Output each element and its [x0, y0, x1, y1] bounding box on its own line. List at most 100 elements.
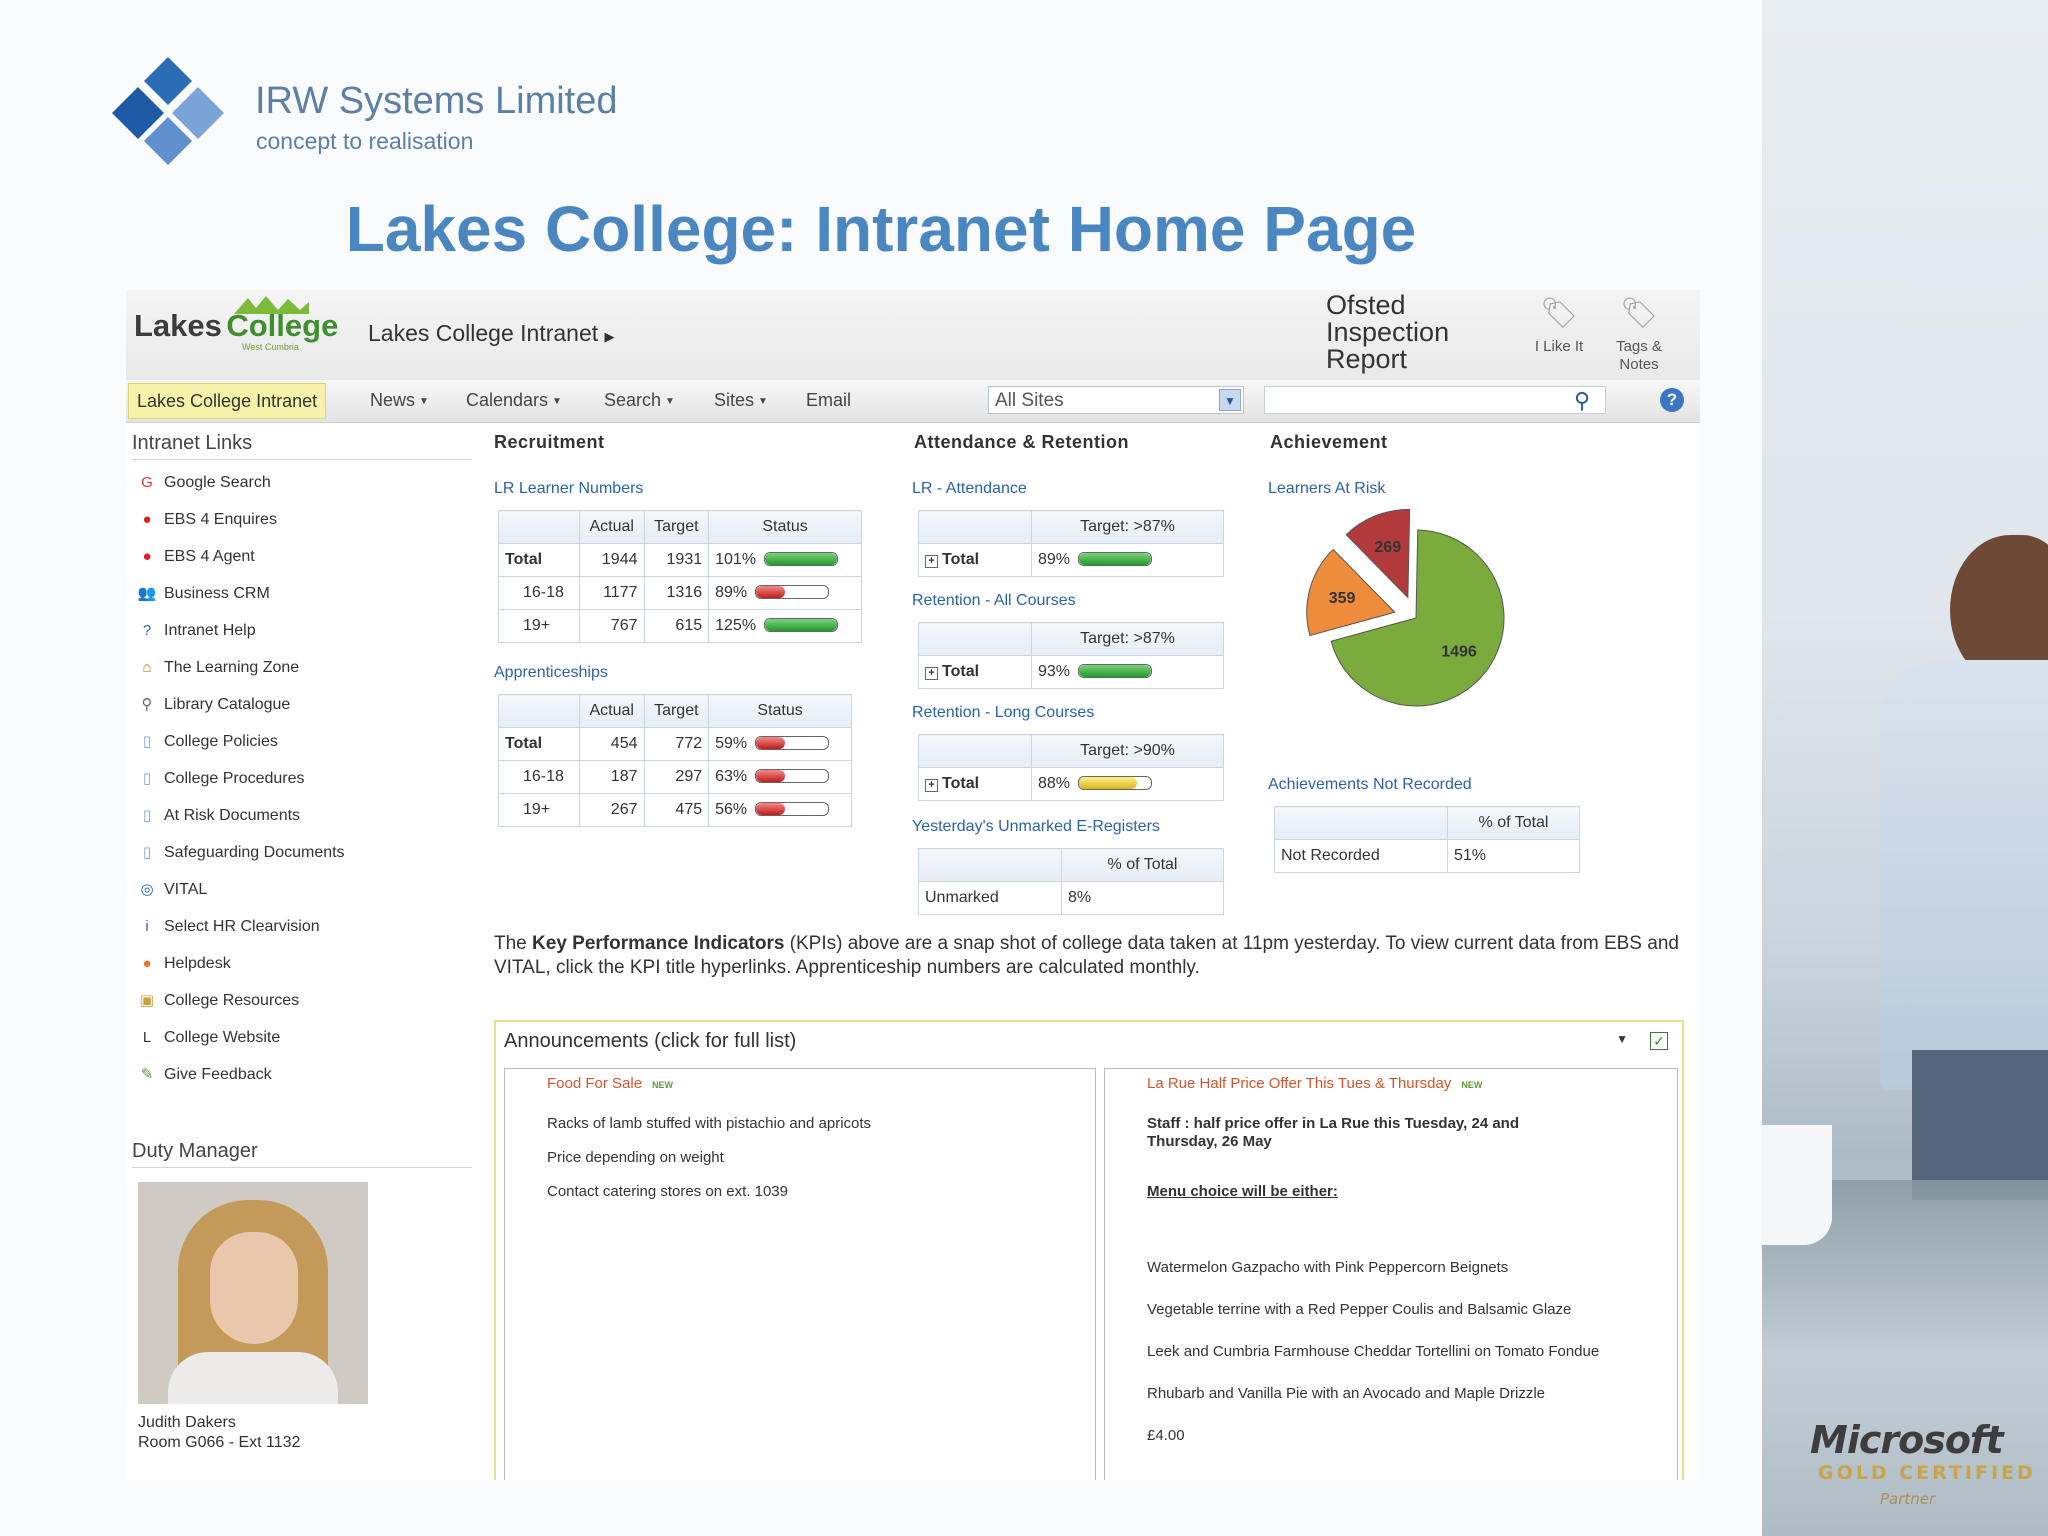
food-line-3: Contact catering stores on ext. 1039	[547, 1183, 788, 1200]
table-cell: 19+	[498, 609, 580, 643]
website-icon: L	[142, 1029, 152, 1046]
table-header: Actual	[578, 694, 645, 728]
sidebar-link[interactable]: ⚲ Library Catalogue	[136, 693, 291, 717]
achievements-not-recorded-link[interactable]: Achievements Not Recorded	[1268, 776, 1472, 794]
chevron-down-icon[interactable]: ▼	[1219, 389, 1241, 411]
search-icon[interactable]: ⚲	[1574, 388, 1590, 414]
pie-slice-label: 269	[1374, 539, 1401, 556]
status-percent: 59%	[715, 735, 748, 752]
site-breadcrumb[interactable]: Lakes College Intranet ▶	[368, 320, 615, 347]
sidebar-link-label: College Website	[164, 1029, 281, 1046]
expand-total[interactable]: + Total	[918, 543, 1032, 577]
document-icon: ▯	[142, 807, 152, 824]
search-input[interactable]	[1264, 386, 1606, 414]
lakes-college-logo[interactable]: Lakes College West Cumbria	[134, 296, 338, 352]
nav-news-label: News	[370, 390, 416, 410]
partner-label: Partner	[1880, 1490, 1936, 1508]
expand-total[interactable]: + Total	[918, 767, 1032, 801]
nav-calendars[interactable]: Calendars ▼	[466, 383, 562, 419]
sidebar-link[interactable]: ● Helpdesk	[136, 952, 230, 976]
announcements-heading[interactable]: Announcements (click for full list)	[504, 1030, 796, 1053]
food-title: Food For Sale	[547, 1075, 643, 1092]
sidebar-link-label: Give Feedback	[164, 1066, 272, 1083]
expand-icon[interactable]: +	[925, 667, 938, 680]
table-header: Actual	[578, 510, 645, 544]
hills-icon	[234, 296, 309, 314]
lr-learner-table: Actual Target Status Total 1944 1931 101% 16-18…	[498, 510, 862, 643]
not-recorded-table: % of Total Not Recorded 51%	[1274, 806, 1580, 873]
intranet-screenshot: Lakes College West Cumbria Lakes College…	[126, 290, 1700, 1480]
search-scope-select[interactable]: All Sites ▼	[988, 386, 1244, 414]
sidebar-link[interactable]: ✎ Give Feedback	[136, 1063, 272, 1087]
nav-sites[interactable]: Sites ▼	[714, 383, 768, 419]
sidebar-link[interactable]: 👥 Business CRM	[136, 582, 270, 606]
table-header: Status	[708, 510, 862, 544]
sidebar-link[interactable]: ▯ College Procedures	[136, 767, 305, 791]
table-cell: 1944	[578, 543, 645, 577]
table-cell: 297	[643, 760, 710, 794]
attendance-link[interactable]: Retention - Long Courses	[912, 704, 1094, 722]
expand-total[interactable]: + Total	[918, 655, 1032, 689]
sidebar-link[interactable]: ⌂ The Learning Zone	[136, 656, 299, 680]
webpart-menu-icon[interactable]: ▼	[1616, 1032, 1628, 1046]
chevron-down-icon: ▼	[552, 396, 562, 407]
tags-notes-button[interactable]: 🏷 Tags & Notes	[1604, 294, 1674, 374]
status-cell: 63%	[708, 760, 852, 794]
new-badge: NEW	[1461, 1080, 1483, 1090]
announcement-title-food[interactable]: Food For Sale NEW	[547, 1075, 673, 1092]
nav-sites-label: Sites	[714, 390, 755, 410]
sidebar-link[interactable]: ● EBS 4 Agent	[136, 545, 254, 569]
document-icon: ▯	[142, 770, 152, 787]
sidebar-link-label: Safeguarding Documents	[164, 844, 345, 861]
table-cell: 454	[578, 727, 645, 761]
sidebar-link[interactable]: i Select HR Clearvision	[136, 915, 319, 939]
lr-learner-numbers-link[interactable]: LR Learner Numbers	[494, 480, 643, 498]
nav-home-tab[interactable]: Lakes College Intranet	[128, 383, 327, 419]
sidebar-link[interactable]: ▯ Safeguarding Documents	[136, 841, 345, 865]
irw-logo-icon	[112, 57, 224, 165]
nav-email[interactable]: Email	[806, 383, 851, 417]
learners-at-risk-pie-chart: 1496 359 269	[1306, 509, 1505, 707]
larue-title: La Rue Half Price Offer This Tues & Thur…	[1147, 1075, 1452, 1092]
larue-headline-2: Thursday, 26 May	[1147, 1133, 1272, 1150]
table-row: Total 1944 1931 101%	[498, 543, 862, 577]
ofsted-line-1: Ofsted	[1326, 290, 1406, 320]
help-icon[interactable]: ?	[1660, 388, 1684, 412]
apprenticeships-link[interactable]: Apprenticeships	[494, 664, 608, 682]
nav-search[interactable]: Search ▼	[604, 383, 675, 419]
duty-manager-heading: Duty Manager	[132, 1140, 472, 1168]
nav-news[interactable]: News ▼	[370, 383, 429, 419]
sidebar-link[interactable]: ▯ College Policies	[136, 730, 278, 754]
learners-at-risk-link[interactable]: Learners At Risk	[1268, 480, 1385, 498]
table-cell: 767	[578, 609, 645, 643]
expand-icon[interactable]: +	[925, 779, 938, 792]
i-like-it-button[interactable]: 🏷 I Like It	[1524, 294, 1594, 355]
sidebar-link[interactable]: L College Website	[136, 1026, 280, 1050]
sidebar-link[interactable]: G Google Search	[136, 471, 271, 495]
attendance-link[interactable]: LR - Attendance	[912, 480, 1027, 498]
status-bar	[1078, 552, 1153, 566]
table-row: Total 454 772 59%	[498, 727, 852, 761]
sidebar-link[interactable]: ◎ VITAL	[136, 878, 207, 902]
status-bar	[1078, 664, 1153, 678]
table-header: Target	[643, 694, 710, 728]
nav-search-label: Search	[604, 390, 662, 410]
table-row: 19+ 267 475 56%	[498, 793, 852, 827]
sidebar-link[interactable]: ? Intranet Help	[136, 619, 256, 643]
unmarked-eregisters-link[interactable]: Yesterday's Unmarked E-Registers	[912, 818, 1160, 836]
sidebar-link[interactable]: ● EBS 4 Enquires	[136, 508, 276, 532]
sidebar-link[interactable]: ▯ At Risk Documents	[136, 804, 300, 828]
sidebar-link-label: Library Catalogue	[164, 696, 291, 713]
announcement-title-larue[interactable]: La Rue Half Price Offer This Tues & Thur…	[1147, 1075, 1482, 1092]
ebs-icon: ●	[142, 548, 152, 565]
chevron-down-icon: ▼	[665, 396, 675, 407]
webpart-select-checkbox[interactable]: ✓	[1650, 1032, 1668, 1050]
attendance-link[interactable]: Retention - All Courses	[912, 592, 1076, 610]
sidebar-link[interactable]: ▣ College Resources	[136, 989, 299, 1013]
row-label: Total	[942, 663, 980, 680]
table-cell: 267	[578, 793, 645, 827]
ofsted-report-link[interactable]: Ofsted Inspection Report	[1326, 292, 1449, 373]
sidebar-link-label: College Policies	[164, 733, 278, 750]
expand-icon[interactable]: +	[925, 555, 938, 568]
sidebar-link-label: Google Search	[164, 474, 271, 491]
